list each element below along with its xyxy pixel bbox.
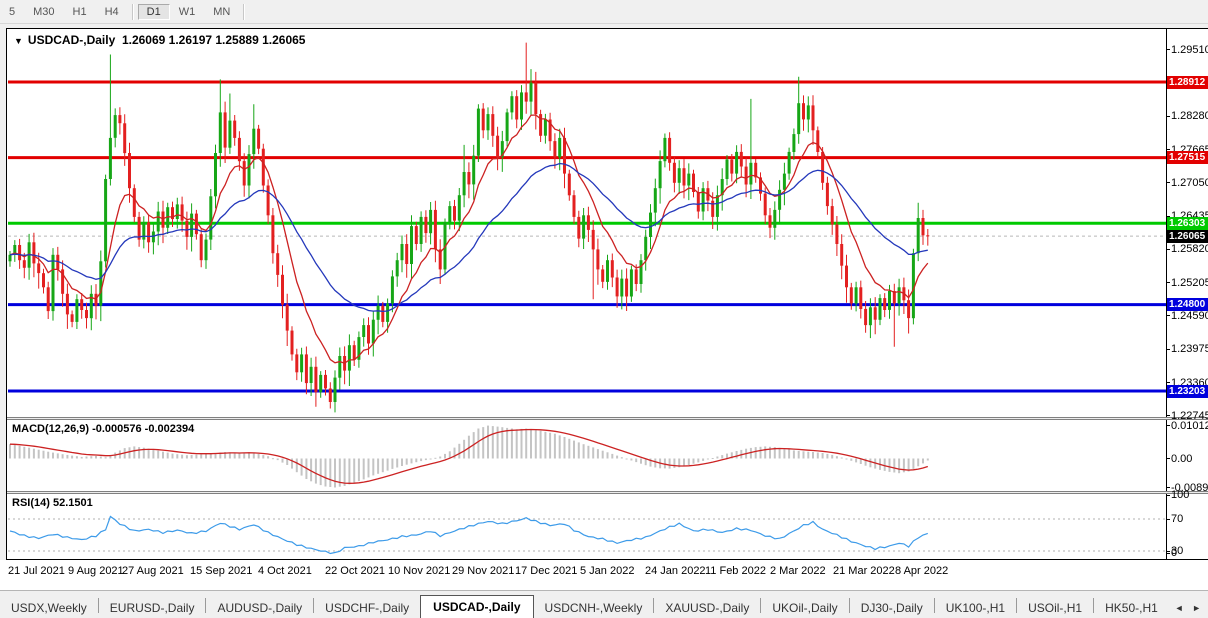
timeframe-toolbar: 5 M30 H1 H4 D1 W1 MN — [0, 0, 1208, 24]
symbol-tab-bar: USDX,Weekly EURUSD-,Daily AUDUSD-,Daily USD… — [0, 590, 1208, 618]
chart-frame-bottom — [6, 559, 1208, 560]
rsi-tick-dash — [1166, 494, 1170, 496]
date-axis-label: 27 Aug 2021 — [122, 565, 184, 577]
rsi-tick-dash — [1166, 552, 1170, 554]
chart-frame-left — [6, 28, 7, 560]
tab-ukoil-daily[interactable]: UKOil-,Daily — [761, 597, 848, 618]
candle-wicks-down — [19, 42, 929, 409]
timeframe-button-MN[interactable]: MN — [204, 4, 239, 20]
chart-title: ▼ USDCAD-,Daily 1.26069 1.26197 1.25889 1… — [14, 33, 305, 47]
rsi-tick-dash — [1166, 550, 1170, 552]
toolbar-separator — [243, 3, 246, 20]
price-level-badge: 1.24800 — [1167, 298, 1208, 312]
tab-usdx-weekly[interactable]: USDX,Weekly — [0, 597, 98, 618]
rsi-tick-label: 70 — [1171, 513, 1184, 525]
tab-uk100-h1[interactable]: UK100-,H1 — [935, 597, 1016, 618]
price-tick-dash — [1166, 315, 1170, 317]
price-tick-dash — [1166, 382, 1170, 384]
date-axis-label: 24 Jan 2022 — [645, 565, 706, 577]
macd-tick-dash — [1166, 425, 1170, 426]
date-axis-label: 22 Oct 2021 — [325, 565, 385, 577]
timeframe-button-H1[interactable]: H1 — [64, 4, 96, 20]
price-tick-label: 1.27050 — [1171, 176, 1208, 189]
tab-usdchf-daily[interactable]: USDCHF-,Daily — [314, 597, 420, 618]
main-price-chart[interactable] — [8, 30, 1166, 417]
macd-tick-label: 0.010127 — [1171, 419, 1208, 432]
price-level-badge: 1.28912 — [1167, 75, 1208, 89]
tab-usdcnh-weekly[interactable]: USDCNH-,Weekly — [534, 597, 654, 618]
date-axis-label: 8 Apr 2022 — [895, 565, 949, 577]
macd-tick-dash — [1166, 458, 1170, 459]
price-tick-dash — [1166, 182, 1170, 184]
date-axis-label: 15 Sep 2021 — [190, 565, 253, 577]
date-axis-label: 29 Nov 2021 — [452, 565, 515, 577]
price-level-badge: 1.27515 — [1167, 151, 1208, 165]
timeframe-button-M30[interactable]: M30 — [24, 4, 63, 20]
tab-usdcad-daily[interactable]: USDCAD-,Daily — [420, 595, 534, 618]
macd-tick-dash — [1166, 487, 1170, 489]
price-tick-dash — [1166, 248, 1170, 250]
price-tick-label: 1.28280 — [1171, 110, 1208, 123]
rsi-label: RSI(14) 52.1501 — [12, 497, 93, 509]
collapse-arrow-icon[interactable]: ▼ — [14, 36, 23, 46]
date-axis-label: 11 Feb 2022 — [705, 565, 766, 577]
price-tick-dash — [1166, 282, 1170, 284]
toolbar-separator — [131, 3, 134, 20]
price-level-badge: 1.26303 — [1167, 216, 1208, 230]
price-axis-separator — [1166, 28, 1167, 559]
chart-symbol-label: USDCAD-,Daily — [27, 33, 116, 47]
tab-eurusd-daily[interactable]: EURUSD-,Daily — [99, 597, 206, 618]
rsi-tick-label: 100 — [1171, 489, 1190, 501]
date-axis-label: 5 Jan 2022 — [580, 565, 635, 577]
candle-wicks-up — [9, 54, 919, 413]
price-tick-label: 1.24590 — [1171, 309, 1208, 322]
date-axis-label: 10 Nov 2021 — [388, 565, 451, 577]
timeframe-button-H4[interactable]: H4 — [96, 4, 128, 20]
date-axis-label: 4 Oct 2021 — [258, 565, 312, 577]
macd-tick-label: 0.00 — [1171, 452, 1193, 465]
price-tick-label: 1.25205 — [1171, 276, 1208, 289]
price-tick-label: 1.25820 — [1171, 243, 1208, 256]
candles — [8, 42, 930, 413]
rsi-indicator-chart[interactable] — [8, 494, 1166, 559]
date-axis-label: 17 Dec 2021 — [515, 565, 578, 577]
tab-hk50-h1[interactable]: HK50-,H1 — [1094, 597, 1169, 618]
tab-audusd-daily[interactable]: AUDUSD-,Daily — [206, 597, 313, 618]
date-axis-label: 21 Mar 2022 — [833, 565, 895, 577]
rsi-line — [9, 515, 928, 555]
timeframe-button-5[interactable]: 5 — [0, 4, 24, 20]
macd-label: MACD(12,26,9) -0.000576 -0.002394 — [12, 423, 195, 435]
price-tick-dash — [1166, 49, 1170, 51]
tab-scroll-arrows[interactable]: ◄ ► — [1175, 603, 1208, 613]
price-level-badge: 1.23203 — [1167, 384, 1208, 398]
tab-dj30-daily[interactable]: DJ30-,Daily — [850, 597, 934, 618]
timeframe-button-D1[interactable]: D1 — [137, 4, 170, 20]
current-price-badge: 1.26065 — [1167, 229, 1208, 243]
tab-xauusd-daily[interactable]: XAUUSD-,Daily — [654, 597, 760, 618]
rsi-tick-dash — [1166, 518, 1170, 520]
chart-ohlc-values: 1.26069 1.26197 1.25889 1.26065 — [121, 33, 306, 47]
chart-frame-top — [6, 28, 1208, 29]
date-axis-label: 9 Aug 2021 — [68, 565, 124, 577]
rsi-tick-label: 0 — [1171, 547, 1178, 559]
timeframe-button-W1[interactable]: W1 — [170, 4, 205, 20]
date-axis-label: 2 Mar 2022 — [770, 565, 826, 577]
price-tick-dash — [1166, 149, 1170, 150]
price-tick-dash — [1166, 415, 1170, 417]
date-axis-label: 21 Jul 2021 — [8, 565, 65, 577]
price-tick-label: 1.23975 — [1171, 343, 1208, 356]
price-tick-dash — [1166, 348, 1170, 350]
price-tick-dash — [1166, 115, 1170, 117]
tab-usoil-h1[interactable]: USOil-,H1 — [1017, 597, 1093, 618]
price-tick-label: 1.29510 — [1171, 43, 1208, 56]
